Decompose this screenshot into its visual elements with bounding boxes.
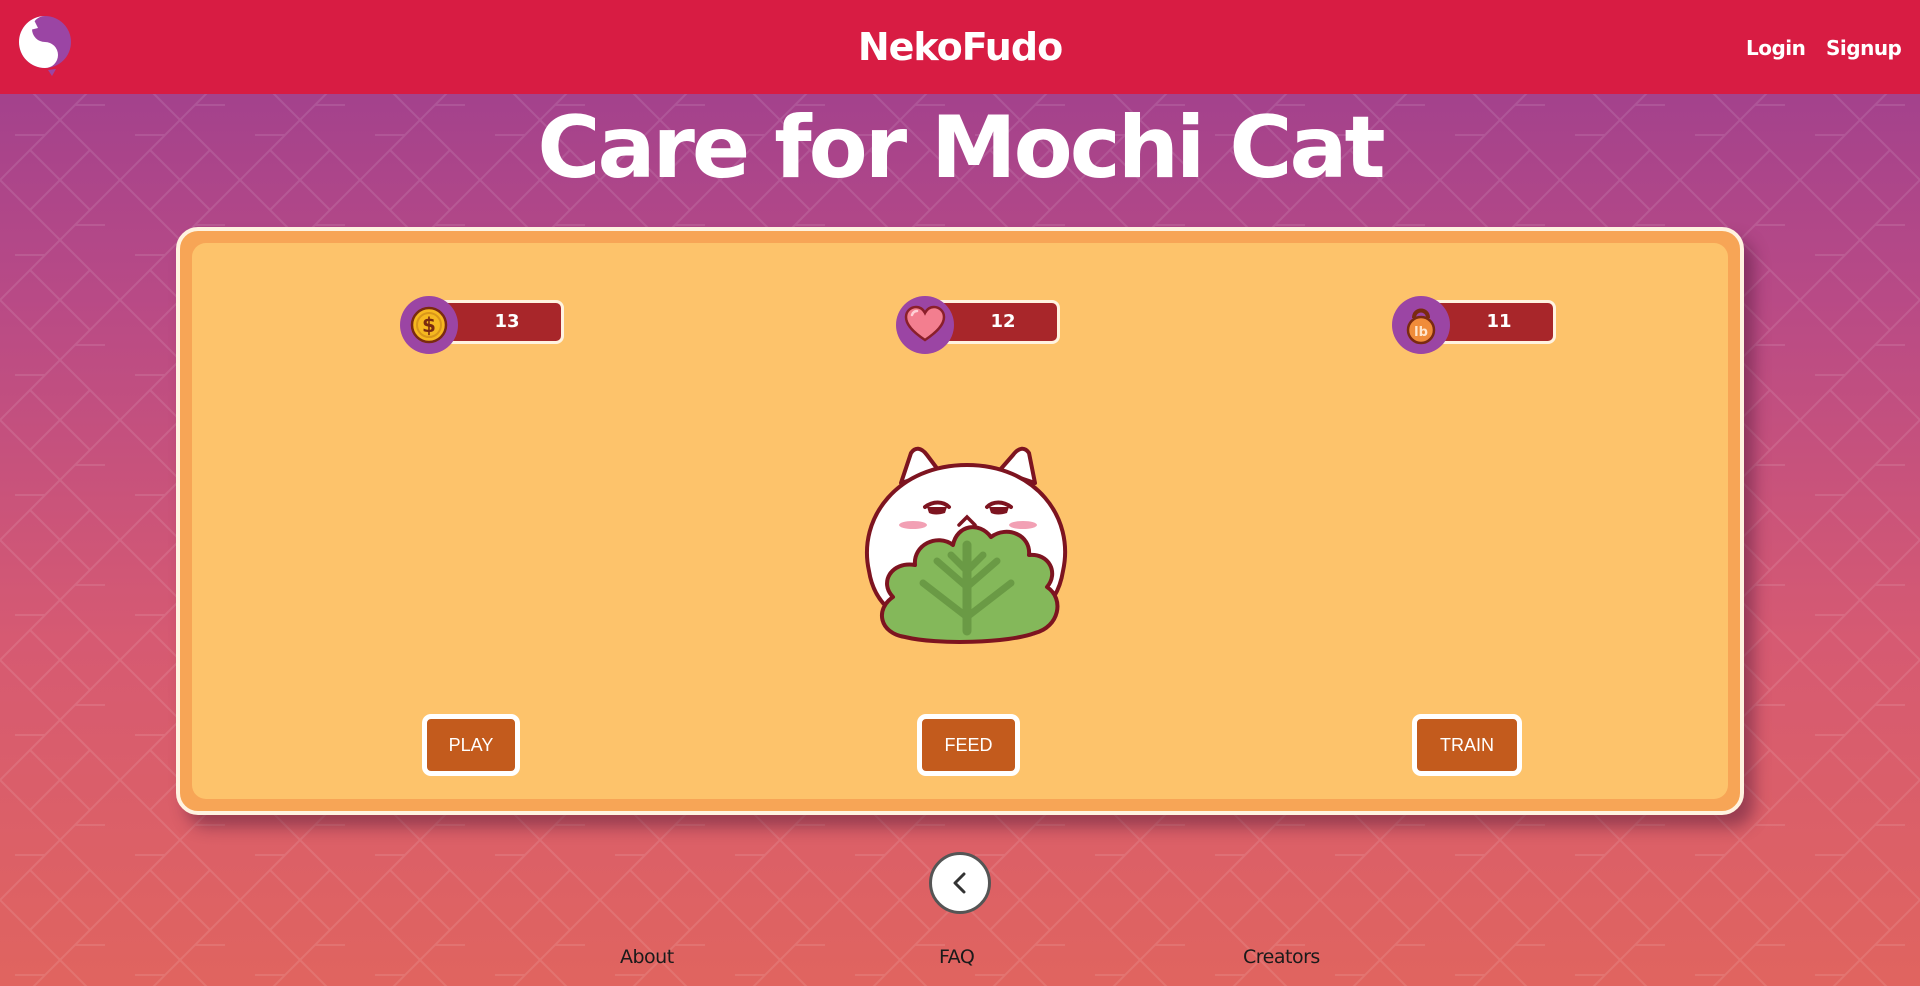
kettlebell-lb-icon: lb bbox=[1392, 296, 1450, 354]
chevron-left-icon bbox=[953, 872, 966, 894]
brand-title[interactable]: NekoFudo bbox=[0, 0, 1920, 94]
pet-care-card: 13 $ 12 11 lb PLAY FEED TRAIN bbox=[176, 227, 1744, 815]
heart-icon bbox=[896, 296, 954, 354]
login-link[interactable]: Login bbox=[1746, 36, 1806, 60]
mochi-cat-icon[interactable] bbox=[839, 421, 1093, 651]
train-button[interactable]: TRAIN bbox=[1412, 714, 1522, 776]
back-button[interactable] bbox=[929, 852, 991, 914]
pet-care-panel: 13 $ 12 11 lb PLAY FEED TRAIN bbox=[192, 243, 1728, 799]
dollar-coin-icon: $ bbox=[400, 296, 458, 354]
svg-text:lb: lb bbox=[1414, 325, 1428, 340]
footer-faq-link[interactable]: FAQ bbox=[939, 946, 975, 968]
play-button[interactable]: PLAY bbox=[422, 714, 520, 776]
footer-about-link[interactable]: About bbox=[620, 946, 674, 968]
signup-link[interactable]: Signup bbox=[1826, 36, 1902, 60]
footer-creators-link[interactable]: Creators bbox=[1243, 946, 1320, 968]
feed-button[interactable]: FEED bbox=[917, 714, 1020, 776]
page-title: Care for Mochi Cat bbox=[537, 98, 1385, 198]
top-navbar: NekoFudo Login Signup bbox=[0, 0, 1920, 94]
svg-text:$: $ bbox=[422, 313, 436, 337]
